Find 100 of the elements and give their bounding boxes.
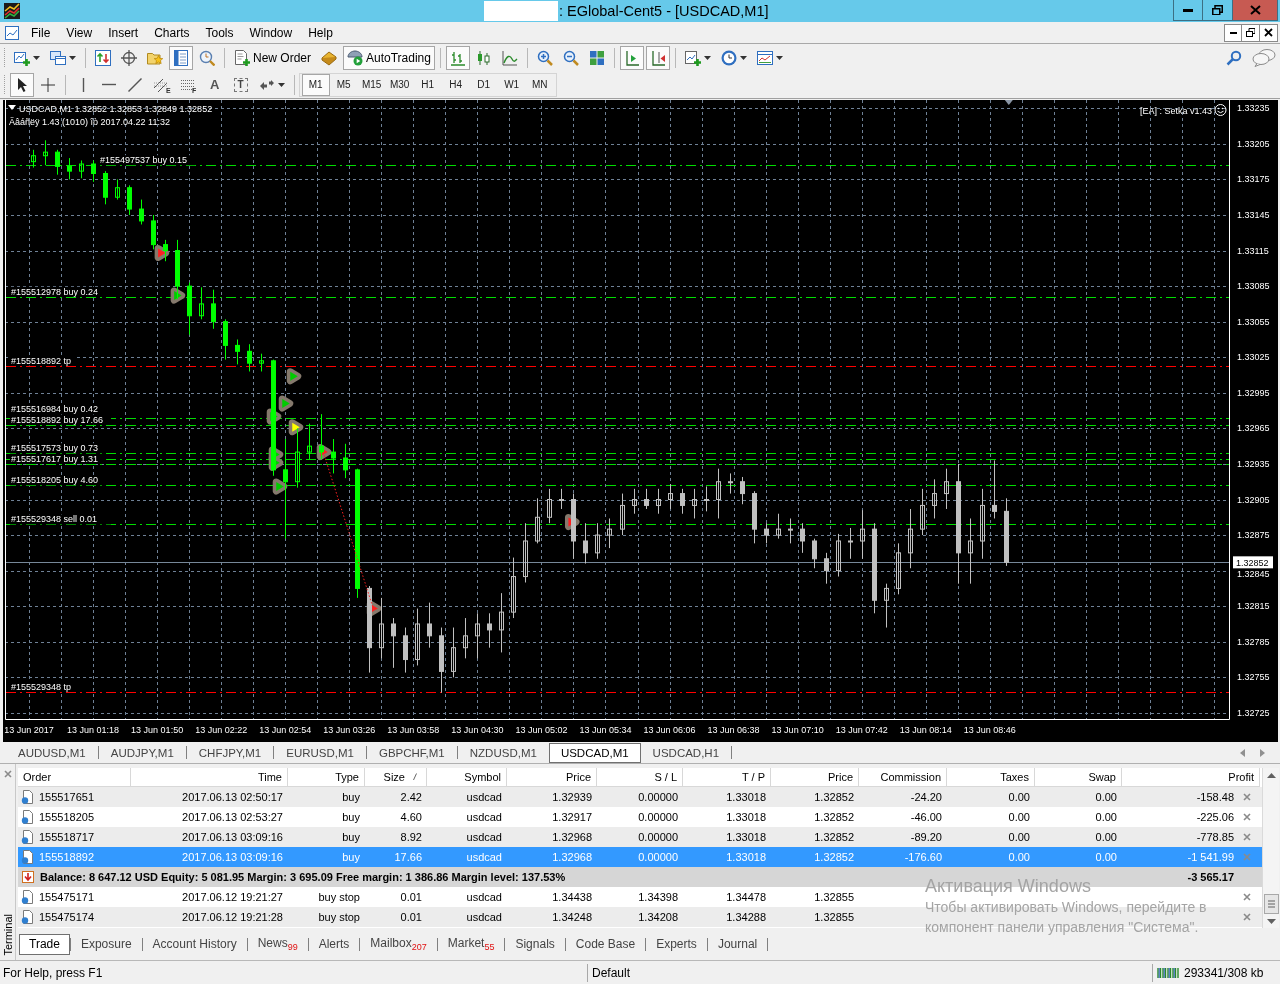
table-cell: 0.00 — [1095, 851, 1117, 863]
table-cell: 1.34248 — [552, 911, 592, 923]
count-text: 207 — [411, 942, 427, 952]
table-cell: usdcad — [466, 891, 502, 903]
table-cell: 2017.06.13 03:09:16 — [182, 831, 283, 843]
table-cell: 0.00000 — [638, 831, 678, 843]
table-cell: 0.00 — [1008, 791, 1030, 803]
table-cell: buy stop — [318, 891, 360, 903]
table-cell: 1.33018 — [726, 851, 766, 863]
table-cell: 155517651 — [39, 791, 95, 803]
price-label: 1.33235 — [1237, 103, 1270, 114]
table-cell: buy — [342, 851, 360, 863]
time-label: 13 Jun 08:14 — [899, 725, 952, 735]
time-label: 13 Jun 2017 — [4, 725, 54, 735]
table-cell: -1 541.99 — [1187, 851, 1234, 863]
table-cell: 0.00 — [1095, 791, 1117, 803]
table-cell: 0.00000 — [638, 851, 678, 863]
table-cell: 1.32917 — [552, 811, 592, 823]
table-cell: 1.32968 — [552, 831, 592, 843]
price-label: 1.32935 — [1237, 458, 1270, 469]
table-cell: usdcad — [466, 851, 502, 863]
table-cell: 0.00 — [1008, 831, 1030, 843]
table-cell: 2.42 — [400, 791, 422, 803]
table-cell: 1.32968 — [552, 851, 592, 863]
table-cell: 1.32939 — [552, 791, 592, 803]
table-cell: 0.00000 — [638, 791, 678, 803]
price-label: 1.32965 — [1237, 423, 1270, 434]
table-cell: 0.00 — [1008, 851, 1030, 863]
table-cell: 1.34398 — [638, 891, 678, 903]
price-label: 1.32905 — [1237, 494, 1270, 505]
table-cell: 155475174 — [39, 911, 95, 923]
order-label: #155517617 buy 1.31 — [11, 453, 99, 464]
window-title: : EGlobal-Cent5 - [USDCAD,M1] — [559, 3, 769, 19]
account-summary: Balance: 8 647.12 USD Equity: 5 081.95 Margin: 3 695.09 Free margin: 1 386.86 Margin level: 137.53% — [40, 871, 566, 883]
table-cell: buy — [342, 811, 360, 823]
time-label: 13 Jun 06:38 — [707, 725, 760, 735]
table-cell: 1.32852 — [814, 851, 854, 863]
table-cell: 0.00000 — [638, 811, 678, 823]
table-cell: usdcad — [466, 911, 502, 923]
price-label: 1.32875 — [1237, 530, 1270, 541]
table-cell: buy — [342, 831, 360, 843]
table-cell: -46.00 — [910, 811, 942, 823]
price-label: 1.33085 — [1237, 281, 1270, 292]
ref-line-label: 1.32852 — [1236, 557, 1269, 568]
table-cell: 4.60 — [400, 811, 422, 823]
expert-info-text: Äâáñëÿ 1.43 (1010) îò 2017.04.22 11:32 — [9, 117, 170, 127]
order-label: #155529348 sell 0.01 — [11, 514, 98, 525]
price-label: 1.32995 — [1237, 387, 1270, 398]
table-cell: 1.32852 — [814, 791, 854, 803]
status-text: 293341/308 kb — [1184, 965, 1265, 980]
table-cell: 2017.06.13 02:50:17 — [182, 791, 283, 803]
order-label: #155512978 buy 0.24 — [11, 286, 99, 297]
price-label: 1.33175 — [1237, 174, 1270, 185]
price-label: 1.32725 — [1237, 707, 1270, 718]
time-label: 13 Jun 06:06 — [643, 725, 696, 735]
time-label: 13 Jun 02:22 — [195, 725, 248, 735]
table-cell: 0.01 — [400, 891, 422, 903]
table-cell: 8.92 — [400, 831, 422, 843]
table-cell: usdcad — [466, 791, 502, 803]
price-tag: 1.32852 — [1233, 556, 1273, 569]
table-cell: 1.32855 — [814, 911, 854, 923]
time-label: 13 Jun 02:54 — [259, 725, 312, 735]
price-label: 1.33115 — [1237, 245, 1269, 256]
price-label: 1.32785 — [1237, 636, 1270, 647]
table-cell: -89.20 — [910, 831, 942, 843]
order-label: #155518892 tp — [11, 355, 72, 366]
table-cell: 2017.06.13 03:09:16 — [182, 851, 283, 863]
table-cell: 155518205 — [39, 811, 95, 823]
order-label: #155529348 tp — [11, 681, 72, 692]
table-cell: 2017.06.13 02:53:27 — [182, 811, 283, 823]
table-cell: 1.34478 — [726, 891, 766, 903]
table-cell: 155518892 — [39, 851, 95, 863]
time-label: 13 Jun 04:30 — [451, 725, 504, 735]
table-cell: -176.60 — [904, 851, 942, 863]
table-cell: 0.01 — [400, 911, 422, 923]
count-text: 99 — [287, 942, 298, 952]
table-cell: 1.34438 — [552, 891, 592, 903]
order-label: #155516984 buy 0.42 — [11, 404, 99, 415]
time-label: 13 Jun 01:18 — [67, 725, 120, 735]
time-label: 13 Jun 07:42 — [835, 725, 888, 735]
price-label: 1.32815 — [1237, 601, 1270, 612]
order-label: #155517573 buy 0.73 — [11, 443, 99, 454]
table-cell: -24.20 — [910, 791, 942, 803]
expert-label: [EA] : Setka v1.43 — [1139, 106, 1212, 116]
price-label: 1.33025 — [1237, 352, 1270, 363]
status-text: Default — [591, 965, 631, 980]
order-label: #155518892 buy 17.66 — [11, 414, 104, 425]
table-cell: 1.33018 — [726, 811, 766, 823]
price-label: 1.32755 — [1237, 672, 1270, 683]
table-cell: 0.00 — [1095, 831, 1117, 843]
chart-info-text: USDCAD,M1 1.32852 1.32853 1.32849 1.32852 — [19, 104, 213, 114]
table-cell: 17.66 — [394, 851, 422, 863]
panel-title: Terminal — [1, 914, 14, 956]
price-label: 1.33145 — [1237, 210, 1270, 220]
price-label: 1.33205 — [1237, 138, 1270, 149]
table-cell: 1.32852 — [814, 811, 854, 823]
table-cell: 2017.06.12 19:21:27 — [182, 891, 283, 903]
time-label: 13 Jun 01:50 — [131, 725, 184, 735]
time-label: 13 Jun 05:34 — [579, 725, 632, 735]
table-cell: 1.33018 — [726, 831, 766, 843]
